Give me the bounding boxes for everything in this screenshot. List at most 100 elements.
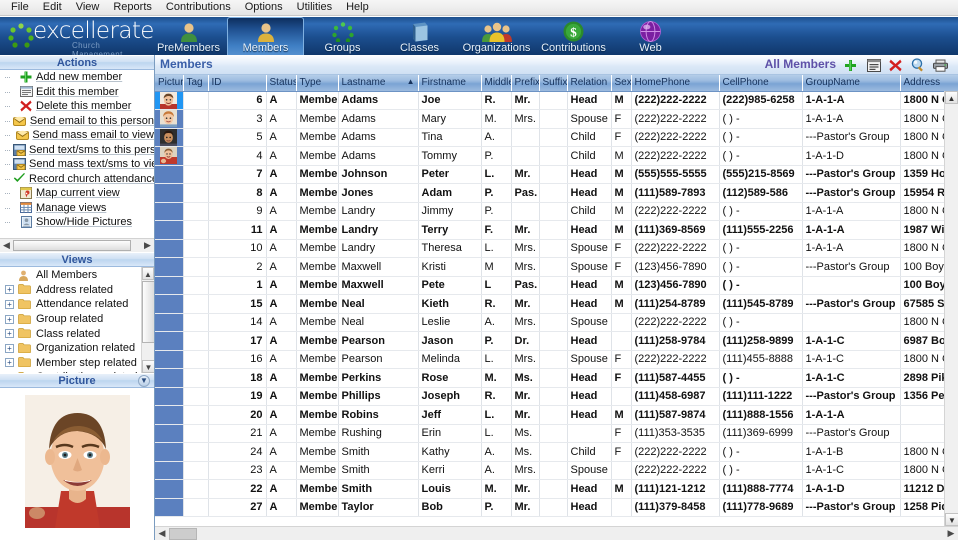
- cell-lastname[interactable]: Pearson: [338, 350, 419, 369]
- cell-type[interactable]: Membe: [296, 220, 339, 240]
- cell-relation[interactable]: Spouse: [567, 313, 612, 332]
- view-item-group-related[interactable]: + Group related: [0, 312, 154, 327]
- cell-lastname[interactable]: Smith: [338, 442, 419, 462]
- cell-id[interactable]: 2: [208, 257, 267, 277]
- action-item-delete-this-member[interactable]: ··· Delete this member: [0, 99, 154, 114]
- add-record-button[interactable]: [842, 57, 859, 73]
- cell-type[interactable]: Membe: [296, 479, 339, 499]
- cell-middle[interactable]: M.: [481, 479, 512, 499]
- actions-horizontal-scrollbar[interactable]: ◀ ▶: [0, 238, 154, 252]
- cell-suffix[interactable]: [539, 313, 568, 332]
- cell-relation[interactable]: Child: [567, 128, 612, 147]
- cell-cellphone[interactable]: ( ) -: [719, 276, 803, 295]
- cell-id[interactable]: 21: [208, 424, 267, 443]
- cell-status[interactable]: A: [266, 276, 297, 295]
- cell-suffix[interactable]: [539, 257, 568, 277]
- cell-suffix[interactable]: [539, 202, 568, 221]
- column-header-tag[interactable]: Tag: [183, 75, 209, 92]
- cell-cellphone[interactable]: ( ) -: [719, 313, 803, 332]
- table-row[interactable]: 4 A Membe Adams Tommy P. Child M (222)222-2222( …: [155, 146, 958, 166]
- cell-lastname[interactable]: Robins: [338, 405, 419, 425]
- cell-relation[interactable]: Head: [567, 276, 612, 295]
- scroll-thumb[interactable]: [13, 240, 131, 251]
- cell-suffix[interactable]: [539, 220, 568, 240]
- cell-id[interactable]: 22: [208, 479, 267, 499]
- cell-prefix[interactable]: Mr.: [511, 479, 540, 499]
- cell-id[interactable]: 17: [208, 331, 267, 351]
- cell-id[interactable]: 11: [208, 220, 267, 240]
- cell-cellphone[interactable]: (111)888-1556: [719, 405, 803, 425]
- cell-prefix[interactable]: Mrs.: [511, 350, 540, 369]
- cell-firstname[interactable]: Terry: [418, 220, 482, 240]
- cell-tag[interactable]: [183, 91, 209, 110]
- action-item-map-current-view[interactable]: ··· Map current view: [0, 186, 154, 201]
- scroll-left-arrow-icon[interactable]: ◀: [155, 528, 169, 539]
- menu-item-edit[interactable]: Edit: [36, 0, 69, 15]
- cell-tag[interactable]: [183, 368, 209, 388]
- cell-middle[interactable]: L.: [481, 350, 512, 369]
- cell-cellphone[interactable]: (222)985-6258: [719, 91, 803, 110]
- views-vertical-scrollbar[interactable]: ▲ ▼: [141, 267, 154, 373]
- cell-groupname[interactable]: 1-A-1-A: [802, 239, 901, 258]
- cell-cellphone[interactable]: ( ) -: [719, 257, 803, 277]
- cell-status[interactable]: A: [266, 442, 297, 462]
- cell-middle[interactable]: P.: [481, 498, 512, 517]
- cell-homephone[interactable]: (222)222-2222: [631, 461, 720, 480]
- table-row[interactable]: 6 A Membe Adams Joe R. Mr. Head M (222)222-2222 (2…: [155, 91, 958, 110]
- table-row[interactable]: 23 A Membe Smith Kerri A. Mrs. Spouse (222)222-2…: [155, 461, 958, 480]
- cell-tag[interactable]: [183, 313, 209, 332]
- cell-sex[interactable]: M: [611, 183, 632, 203]
- cell-sex[interactable]: M: [611, 479, 632, 499]
- cell-type[interactable]: Membe: [296, 350, 339, 369]
- column-header-address[interactable]: Address: [900, 75, 958, 92]
- table-row[interactable]: 21 A Membe Rushing Erin L. Ms. F (111)353-3535 (1…: [155, 424, 958, 443]
- cell-cellphone[interactable]: (111)455-8888: [719, 350, 803, 369]
- cell-middle[interactable]: P.: [481, 183, 512, 203]
- cell-id[interactable]: 9: [208, 202, 267, 221]
- cell-type[interactable]: Membe: [296, 165, 339, 184]
- cell-groupname[interactable]: 1-A-1-A: [802, 91, 901, 110]
- cell-sex[interactable]: M: [611, 165, 632, 184]
- column-header-id[interactable]: ID: [208, 75, 267, 92]
- cell-type[interactable]: Membe: [296, 91, 339, 110]
- cell-relation[interactable]: Head: [567, 91, 612, 110]
- cell-homephone[interactable]: (555)555-5555: [631, 165, 720, 184]
- row-picture-cell[interactable]: [155, 368, 184, 388]
- cell-groupname[interactable]: 1-A-1-A: [802, 405, 901, 425]
- cell-homephone[interactable]: (222)222-2222: [631, 91, 720, 110]
- cell-middle[interactable]: F.: [481, 220, 512, 240]
- cell-lastname[interactable]: Landry: [338, 202, 419, 221]
- cell-suffix[interactable]: [539, 239, 568, 258]
- cell-tag[interactable]: [183, 257, 209, 277]
- cell-suffix[interactable]: [539, 91, 568, 110]
- scroll-down-arrow-icon[interactable]: ▼: [142, 360, 154, 373]
- cell-id[interactable]: 19: [208, 387, 267, 406]
- cell-homephone[interactable]: (222)222-2222: [631, 313, 720, 332]
- cell-status[interactable]: A: [266, 350, 297, 369]
- cell-relation[interactable]: Head: [567, 183, 612, 203]
- cell-suffix[interactable]: [539, 498, 568, 517]
- cell-groupname[interactable]: 1-A-1-A: [802, 109, 901, 129]
- cell-prefix[interactable]: Mr.: [511, 405, 540, 425]
- cell-tag[interactable]: [183, 183, 209, 203]
- cell-firstname[interactable]: Jason: [418, 331, 482, 351]
- cell-homephone[interactable]: (111)369-8569: [631, 220, 720, 240]
- cell-lastname[interactable]: Smith: [338, 461, 419, 480]
- cell-lastname[interactable]: Neal: [338, 313, 419, 332]
- cell-firstname[interactable]: Mary: [418, 109, 482, 129]
- cell-suffix[interactable]: [539, 387, 568, 406]
- cell-id[interactable]: 16: [208, 350, 267, 369]
- cell-relation[interactable]: Head: [567, 498, 612, 517]
- column-header-lastname[interactable]: Lastname ▲: [338, 75, 419, 92]
- cell-firstname[interactable]: Kieth: [418, 294, 482, 314]
- cell-lastname[interactable]: Taylor: [338, 498, 419, 517]
- cell-cellphone[interactable]: (111)258-9899: [719, 331, 803, 351]
- cell-relation[interactable]: Head: [567, 165, 612, 184]
- scroll-right-arrow-icon[interactable]: ▶: [944, 528, 958, 539]
- cell-relation[interactable]: Head: [567, 479, 612, 499]
- view-item-organization-related[interactable]: + Organization related: [0, 341, 154, 356]
- row-picture-cell[interactable]: [155, 350, 184, 369]
- cell-firstname[interactable]: Theresa: [418, 239, 482, 258]
- cell-cellphone[interactable]: (111)555-2256: [719, 220, 803, 240]
- cell-firstname[interactable]: Joseph: [418, 387, 482, 406]
